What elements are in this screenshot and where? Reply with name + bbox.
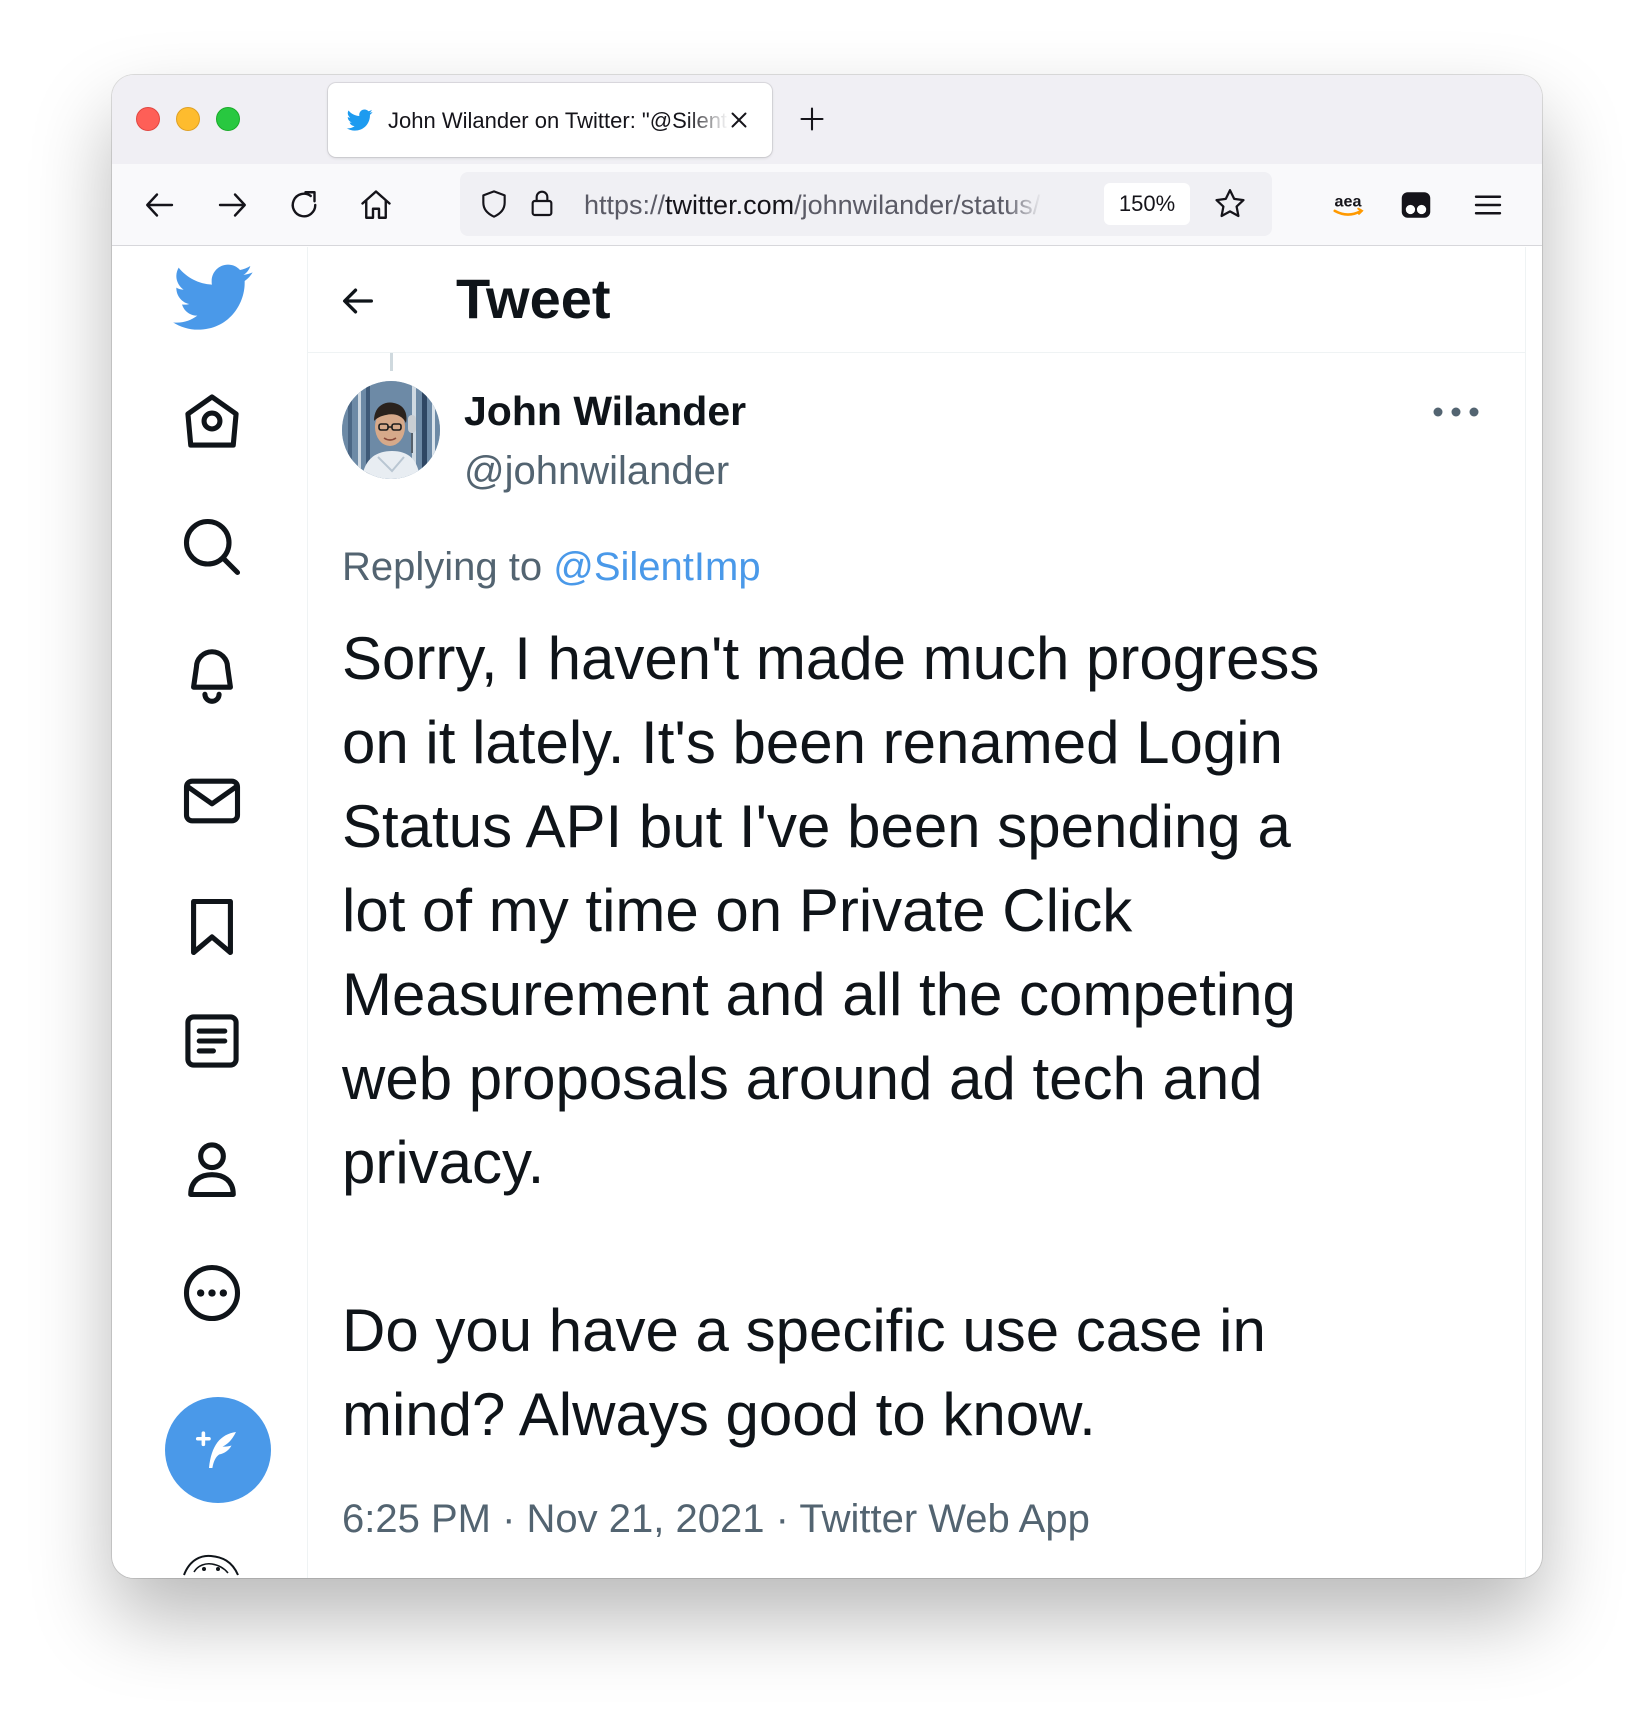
profile-icon[interactable] bbox=[178, 1135, 246, 1203]
tab-close-icon[interactable] bbox=[726, 107, 752, 133]
browser-window: John Wilander on Twitter: "@SilentImp So… bbox=[112, 75, 1542, 1578]
author-avatar[interactable] bbox=[342, 381, 440, 479]
close-window-button[interactable] bbox=[136, 107, 160, 131]
home-icon[interactable] bbox=[358, 187, 394, 223]
forward-icon[interactable] bbox=[214, 187, 250, 223]
lists-icon[interactable] bbox=[178, 1007, 246, 1075]
replying-to-mention[interactable]: @SilentImp bbox=[553, 545, 760, 589]
author-photo bbox=[342, 381, 440, 479]
new-tab-icon[interactable] bbox=[798, 105, 826, 133]
page-content: Tweet John Wilander @johnwilander Replyi… bbox=[112, 247, 1542, 1578]
tweet-header: Tweet bbox=[308, 247, 1525, 353]
notifications-icon[interactable] bbox=[178, 639, 246, 707]
tab-title: John Wilander on Twitter: "@SilentImp So… bbox=[388, 108, 728, 133]
aea-extension-icon[interactable]: aea bbox=[1326, 187, 1370, 223]
tweet-time[interactable]: 6:25 PM bbox=[342, 1497, 491, 1541]
hamburger-menu-icon[interactable] bbox=[1470, 187, 1506, 223]
twitter-favicon-icon bbox=[346, 109, 373, 131]
more-icon[interactable] bbox=[178, 1259, 246, 1327]
meta-separator: · bbox=[775, 1497, 789, 1541]
shield-icon[interactable] bbox=[478, 188, 510, 220]
thread-connector bbox=[390, 353, 393, 371]
bookmarks-icon[interactable] bbox=[178, 893, 246, 961]
url-text[interactable]: https://twitter.com/johnwilander/status/… bbox=[584, 189, 1042, 221]
explore-icon[interactable] bbox=[178, 513, 246, 581]
minimize-window-button[interactable] bbox=[176, 107, 200, 131]
meta-separator: · bbox=[502, 1497, 516, 1541]
url-path: /johnwilander/status/1 bbox=[794, 190, 1042, 220]
tweet-column: Tweet John Wilander @johnwilander Replyi… bbox=[308, 247, 1526, 1578]
twitter-logo-icon[interactable] bbox=[172, 257, 256, 337]
reload-icon[interactable] bbox=[286, 187, 322, 223]
zoom-window-button[interactable] bbox=[216, 107, 240, 131]
tweet-source[interactable]: Twitter Web App bbox=[799, 1497, 1090, 1541]
more-options-icon[interactable] bbox=[1428, 397, 1484, 427]
url-bar[interactable]: https://twitter.com/johnwilander/status/… bbox=[460, 172, 1272, 236]
tweet-text: Sorry, I haven't made much progress on i… bbox=[342, 625, 1320, 1448]
messages-icon[interactable] bbox=[178, 767, 246, 835]
author-name[interactable]: John Wilander bbox=[464, 387, 746, 435]
account-avatar-icon[interactable] bbox=[180, 1551, 242, 1578]
tab-strip: John Wilander on Twitter: "@SilentImp So… bbox=[112, 75, 1542, 164]
page-title: Tweet bbox=[456, 267, 611, 330]
navigation-toolbar: https://twitter.com/johnwilander/status/… bbox=[112, 164, 1542, 246]
author-handle[interactable]: @johnwilander bbox=[464, 447, 729, 495]
tweet-metadata: 6:25 PM · Nov 21, 2021 · Twitter Web App bbox=[342, 1495, 1090, 1543]
url-scheme: https:// bbox=[584, 190, 666, 220]
lock-icon[interactable] bbox=[526, 186, 558, 220]
home-icon[interactable] bbox=[178, 387, 246, 455]
zoom-level-badge[interactable]: 150% bbox=[1104, 183, 1190, 225]
compose-tweet-icon bbox=[195, 1431, 236, 1468]
replying-to-line: Replying to @SilentImp bbox=[342, 543, 761, 591]
tab-active[interactable]: John Wilander on Twitter: "@SilentImp So… bbox=[328, 83, 772, 157]
back-arrow-icon[interactable] bbox=[338, 281, 378, 321]
url-host: twitter.com bbox=[665, 190, 795, 220]
replying-to-label: Replying to bbox=[342, 545, 543, 589]
bookmark-star-icon[interactable] bbox=[1212, 186, 1248, 222]
compose-tweet-button[interactable] bbox=[165, 1397, 271, 1503]
mask-extension-icon[interactable] bbox=[1398, 187, 1434, 223]
back-icon[interactable] bbox=[142, 187, 178, 223]
tweet-date[interactable]: Nov 21, 2021 bbox=[527, 1497, 765, 1541]
sidebar bbox=[112, 247, 308, 1578]
